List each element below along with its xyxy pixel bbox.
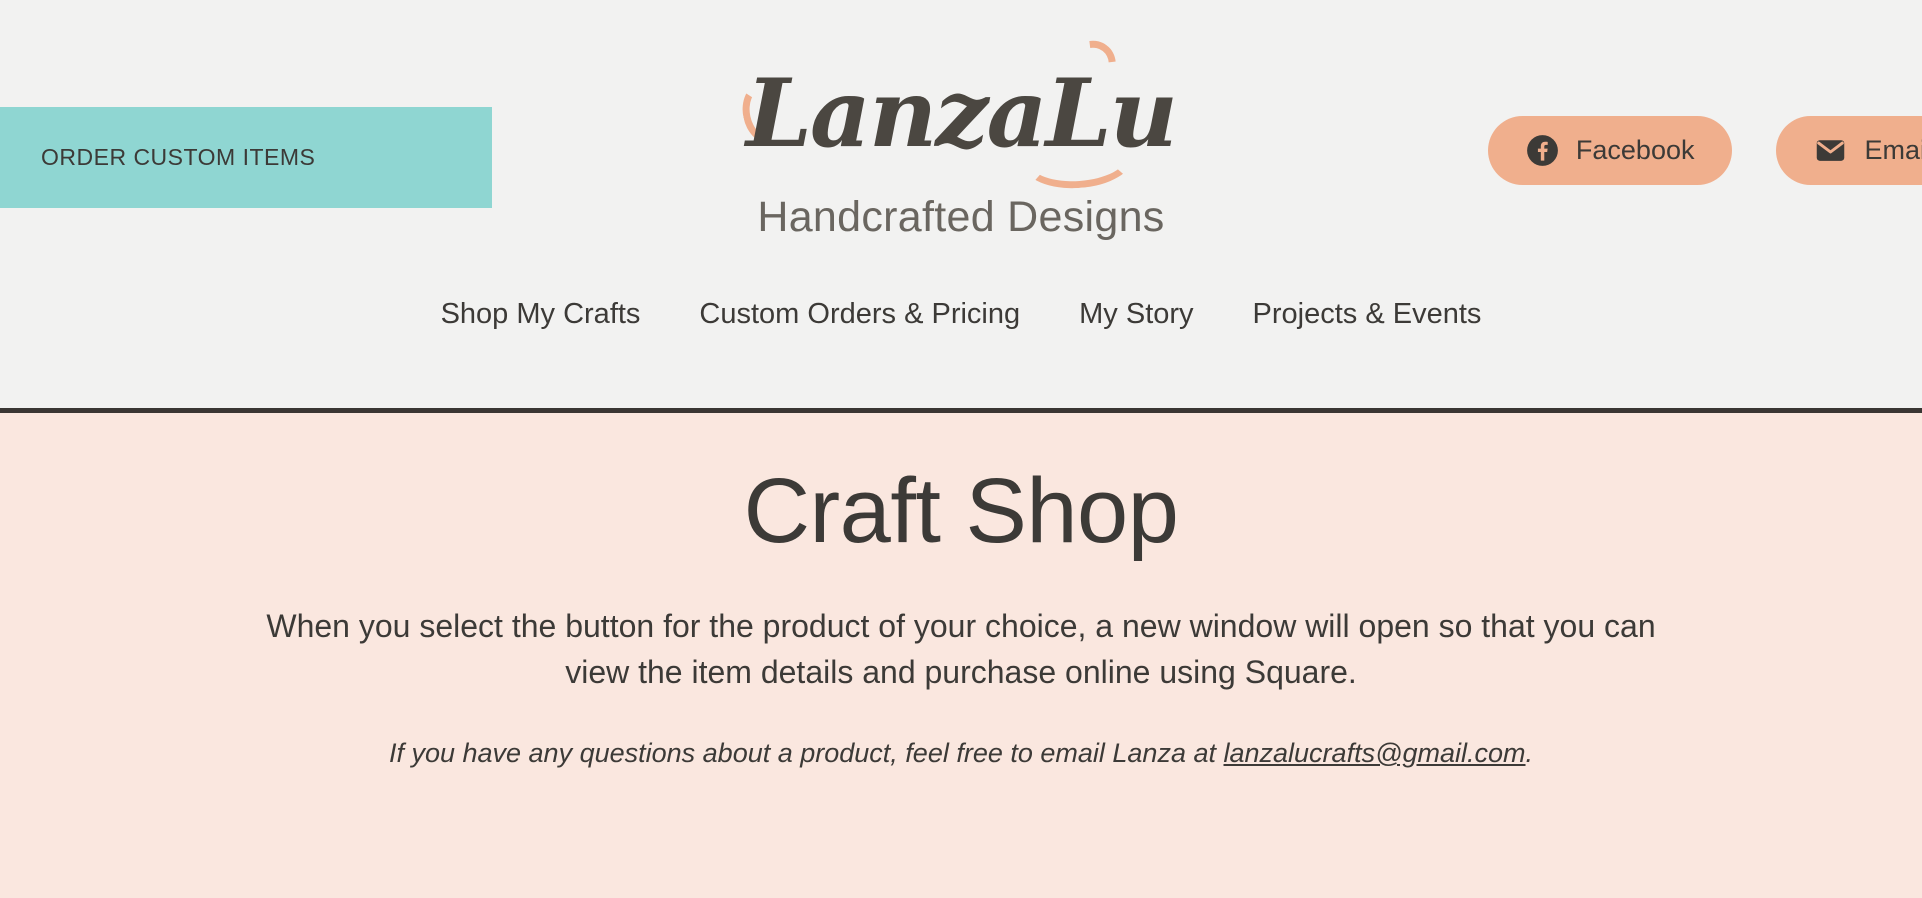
envelope-icon <box>1814 134 1847 167</box>
facebook-icon <box>1526 134 1559 167</box>
hero-contact-note-prefix: If you have any questions about a produc… <box>388 738 1224 769</box>
facebook-label: Facebook <box>1575 135 1695 165</box>
main-navigation: Shop My Crafts Custom Orders & Pricing M… <box>441 298 1482 331</box>
email-button[interactable]: Email <box>1776 116 1922 185</box>
page-title: Craft Shop <box>743 460 1179 562</box>
site-logo[interactable]: LanzaLu Handcrafted Designs <box>731 30 1191 241</box>
order-custom-items-button[interactable]: ORDER CUSTOM ITEMS <box>0 107 492 208</box>
email-label: Email <box>1864 135 1922 165</box>
logo-script-text: LanzaLu <box>745 59 1178 169</box>
nav-item-custom-orders-pricing[interactable]: Custom Orders & Pricing <box>699 298 1020 331</box>
page-root: ORDER CUSTOM ITEMS LanzaLu Handcrafted D… <box>0 0 1922 898</box>
hero-contact-note: If you have any questions about a produc… <box>211 735 1711 773</box>
logo-subtitle: Handcrafted Designs <box>757 193 1165 241</box>
nav-item-shop-my-crafts[interactable]: Shop My Crafts <box>441 298 641 331</box>
email-link[interactable]: lanzalucrafts@gmail.com <box>1224 738 1526 768</box>
facebook-button[interactable]: Facebook <box>1487 116 1733 185</box>
nav-item-projects-events[interactable]: Projects & Events <box>1253 298 1482 331</box>
hero-paragraph: When you select the button for the produ… <box>266 608 1656 690</box>
order-custom-items-label: ORDER CUSTOM ITEMS <box>41 144 316 170</box>
logo-wordmark: LanzaLu <box>731 30 1191 194</box>
social-links: Facebook Email <box>1487 116 1922 185</box>
nav-item-my-story[interactable]: My Story <box>1079 298 1193 331</box>
hero-contact-note-suffix: . <box>1525 738 1534 769</box>
site-header: ORDER CUSTOM ITEMS LanzaLu Handcrafted D… <box>0 0 1922 413</box>
hero-section: Craft Shop When you select the button fo… <box>0 413 1922 898</box>
